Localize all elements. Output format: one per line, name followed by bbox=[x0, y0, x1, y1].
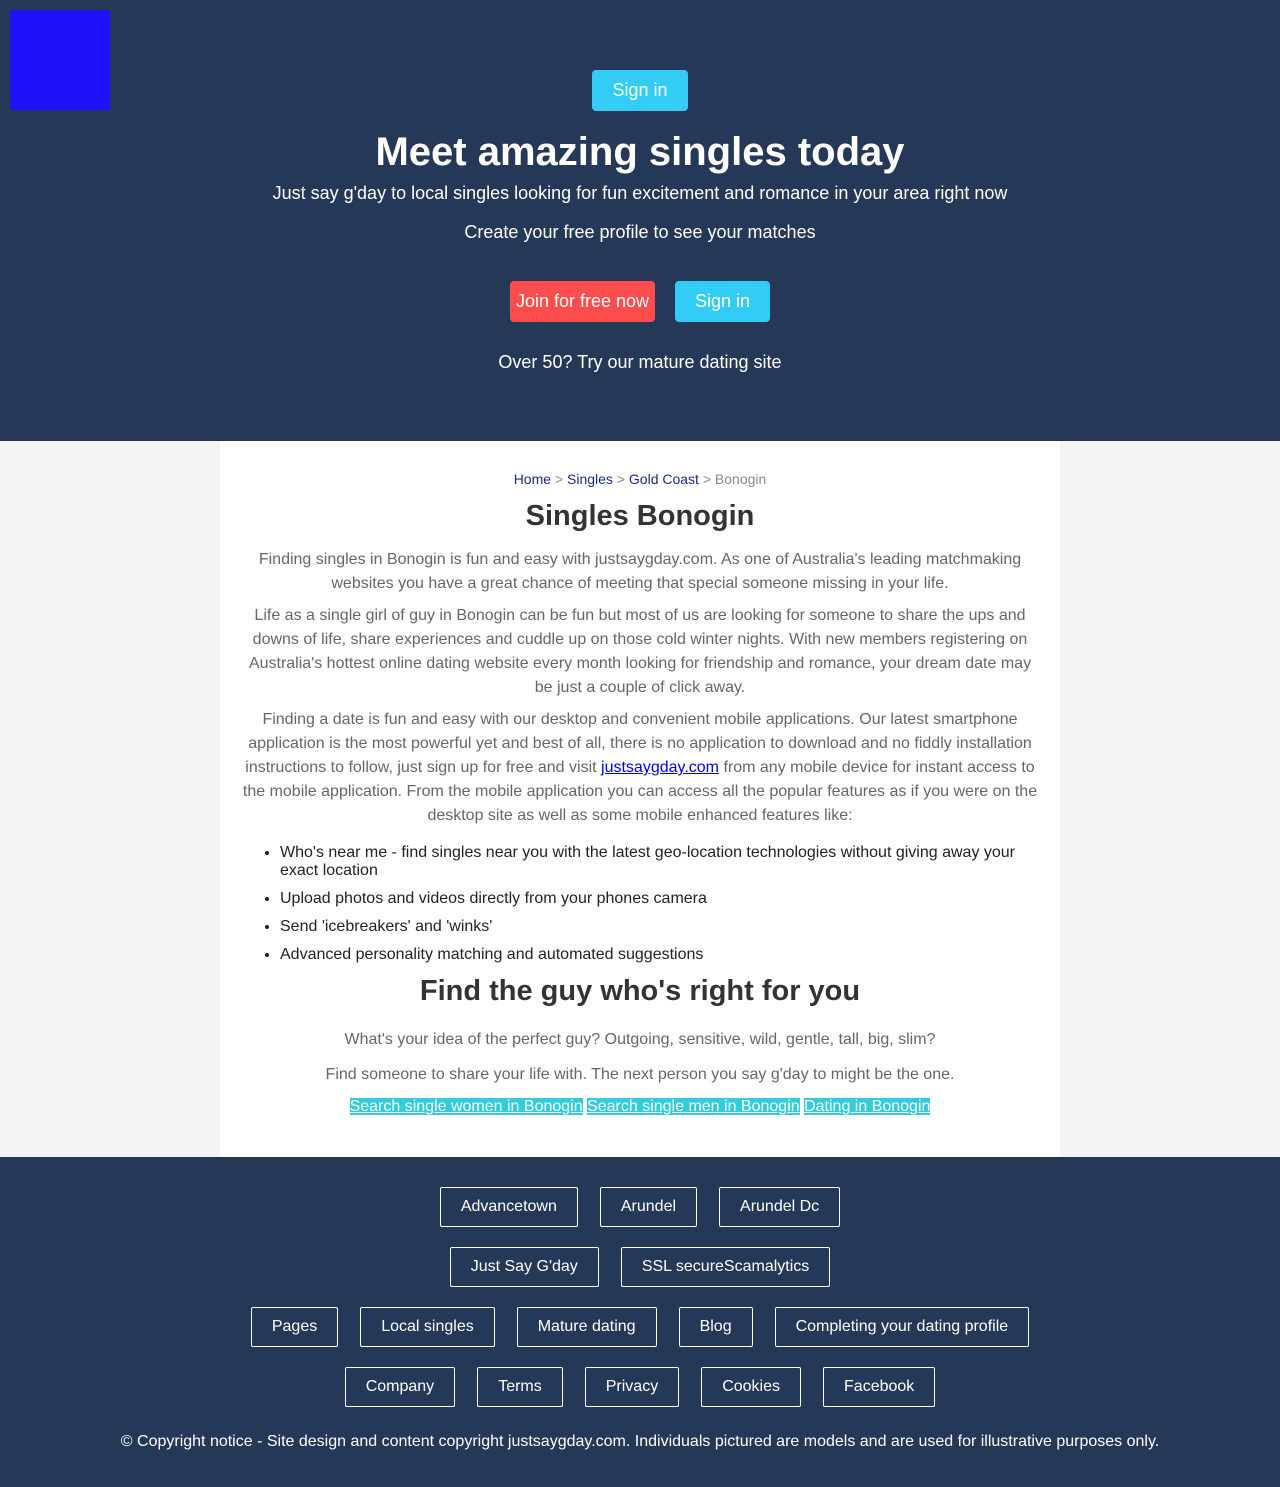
header-signin-button[interactable]: Sign in bbox=[592, 70, 688, 111]
site-link[interactable]: justsaygday.com bbox=[601, 759, 719, 776]
footer: Advancetown Arundel Arundel Dc Just Say G'… bbox=[0, 1157, 1280, 1487]
footer-link-local-singles[interactable]: Local singles bbox=[360, 1307, 495, 1347]
footer-trust-row: Just Say G'day SSL secureScamalytics bbox=[0, 1247, 1280, 1287]
ideal-guy-question: What's your idea of the perfect guy? Out… bbox=[344, 1031, 936, 1048]
hero-tagline: Just say g'day to local singles looking … bbox=[272, 183, 1008, 203]
list-item: Who's near me - find singles near you wi… bbox=[280, 844, 1040, 880]
footer-link-mature-dating[interactable]: Mature dating bbox=[516, 1307, 657, 1347]
footer-link-ssl-secure[interactable]: SSL secureScamalytics bbox=[620, 1247, 831, 1287]
breadcrumb-singles[interactable]: Singles bbox=[567, 471, 613, 487]
list-item: Upload photos and videos directly from y… bbox=[280, 890, 1040, 908]
search-women-link[interactable]: Search single women in Bonogin bbox=[349, 1098, 583, 1115]
footer-link-arundel-dc[interactable]: Arundel Dc bbox=[719, 1187, 841, 1227]
single-life-paragraph: Life as a single girl of guy in Bonogin … bbox=[248, 607, 1032, 696]
footer-locations-row: Advancetown Arundel Arundel Dc bbox=[0, 1187, 1280, 1227]
signin-button[interactable]: Sign in bbox=[675, 281, 770, 322]
footer-link-dating-profile[interactable]: Completing your dating profile bbox=[774, 1307, 1030, 1347]
search-men-link[interactable]: Search single men in Bonogin bbox=[587, 1098, 800, 1115]
breadcrumb-separator: > bbox=[698, 471, 715, 487]
site-logo[interactable] bbox=[10, 10, 110, 110]
list-item: Send 'icebreakers' and 'winks' bbox=[280, 918, 1040, 936]
footer-link-blog[interactable]: Blog bbox=[678, 1307, 753, 1347]
footer-link-cookies[interactable]: Cookies bbox=[701, 1367, 802, 1407]
mobile-app-paragraph: Finding a date is fun and easy with our … bbox=[242, 711, 1038, 824]
footer-link-pages[interactable]: Pages bbox=[250, 1307, 339, 1347]
breadcrumb: Home > Singles > Gold Coast > Bonogin bbox=[240, 469, 1040, 489]
footer-link-just-say-gday[interactable]: Just Say G'day bbox=[449, 1247, 599, 1287]
page-title: Singles Bonogin bbox=[525, 500, 755, 532]
footer-link-advancetown[interactable]: Advancetown bbox=[439, 1187, 578, 1227]
section-title: Find the guy who's right for you bbox=[419, 975, 861, 1007]
dating-link[interactable]: Dating in Bonogin bbox=[804, 1098, 931, 1115]
footer-pages-row: Pages Local singles Mature dating Blog Compl… bbox=[0, 1307, 1280, 1347]
hero-section: Sign in Meet amazing singles today Just … bbox=[0, 0, 1280, 441]
search-links: Search single women in Bonogin Search si… bbox=[240, 1098, 1040, 1116]
breadcrumb-current: Bonogin bbox=[714, 471, 767, 487]
copyright-notice: © Copyright notice - Site design and con… bbox=[120, 1433, 1160, 1450]
footer-link-arundel[interactable]: Arundel bbox=[599, 1187, 698, 1227]
breadcrumb-home[interactable]: Home bbox=[514, 471, 551, 487]
join-free-button[interactable]: Join for free now bbox=[510, 281, 655, 322]
footer-link-privacy[interactable]: Privacy bbox=[584, 1367, 680, 1407]
breadcrumb-separator: > bbox=[551, 471, 568, 487]
hero-cta-row: Join for free now Sign in bbox=[0, 281, 1280, 322]
breadcrumb-region[interactable]: Gold Coast bbox=[629, 471, 699, 487]
footer-link-terms[interactable]: Terms bbox=[477, 1367, 563, 1407]
footer-link-company[interactable]: Company bbox=[344, 1367, 456, 1407]
share-life-text: Find someone to share your life with. Th… bbox=[325, 1066, 955, 1083]
main-content: Home > Singles > Gold Coast > Bonogin Si… bbox=[220, 441, 1060, 1157]
hero-title: Meet amazing singles today bbox=[375, 130, 905, 174]
intro-paragraph: Finding singles in Bonogin is fun and ea… bbox=[258, 551, 1022, 592]
footer-company-row: Company Terms Privacy Cookies Facebook bbox=[0, 1367, 1280, 1407]
mature-dating-link[interactable]: Over 50? Try our mature dating site bbox=[0, 351, 1280, 373]
feature-list: Who's near me - find singles near you wi… bbox=[240, 844, 1040, 964]
breadcrumb-separator: > bbox=[612, 471, 629, 487]
list-item: Advanced personality matching and automa… bbox=[280, 946, 1040, 964]
hero-create-profile-text: Create your free profile to see your mat… bbox=[464, 222, 816, 242]
footer-link-facebook[interactable]: Facebook bbox=[823, 1367, 936, 1407]
